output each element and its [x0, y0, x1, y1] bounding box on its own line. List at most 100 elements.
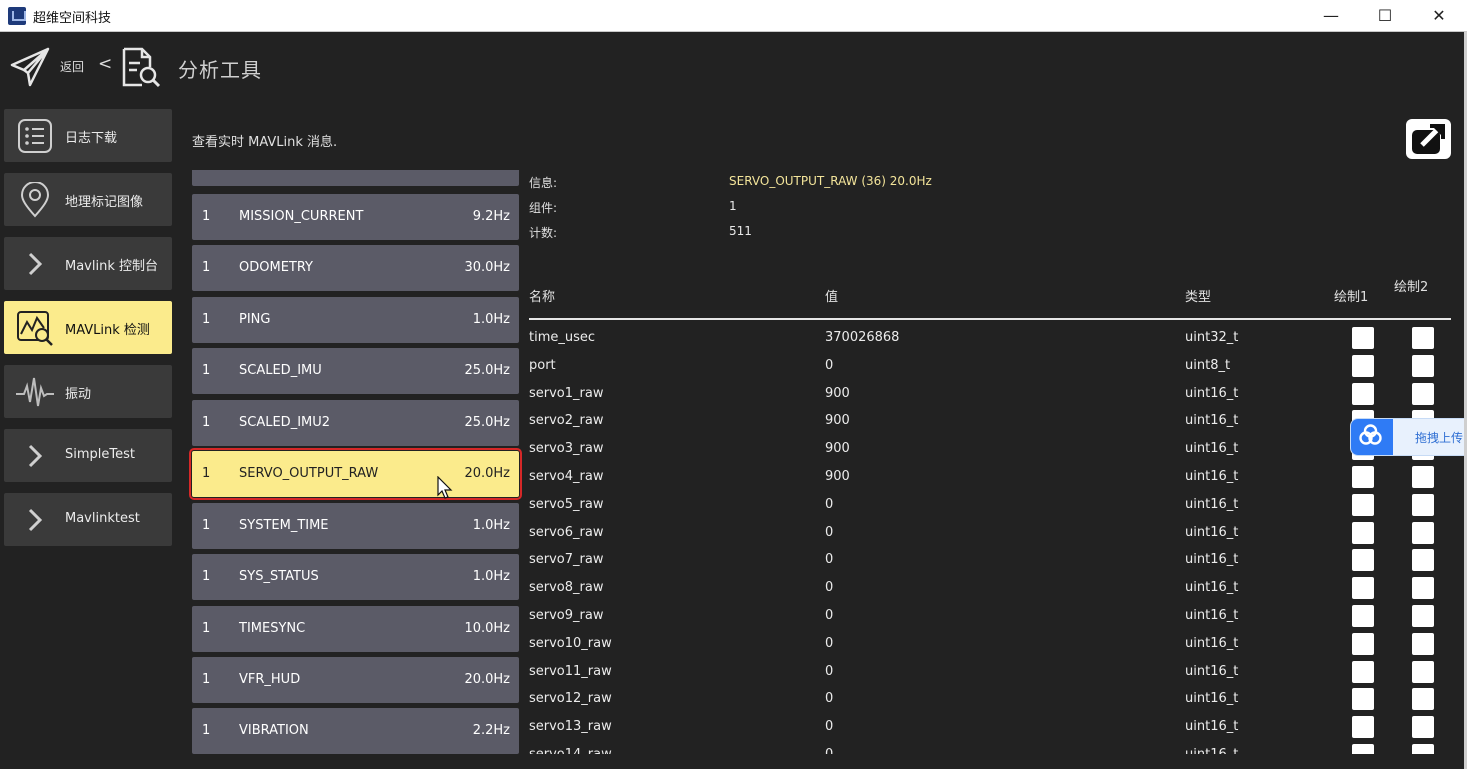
- plot1-checkbox[interactable]: [1352, 466, 1374, 488]
- field-name: time_usec: [529, 330, 596, 345]
- field-name: servo12_raw: [529, 691, 612, 707]
- message-row[interactable]: 1 SYSTEM_TIME 1.0Hz: [192, 503, 519, 549]
- message-row[interactable]: 1 VIBRATION 2.2Hz: [192, 708, 519, 754]
- field-value: 0: [825, 635, 834, 651]
- table-row: port 0 uint8_t: [520, 352, 1460, 380]
- plot2-checkbox[interactable]: [1412, 493, 1434, 516]
- window-title: 超维空间科技: [33, 11, 112, 26]
- sidebar-item-geotag[interactable]: 地理标记图像: [4, 173, 172, 226]
- plot2-checkbox[interactable]: [1412, 382, 1434, 405]
- table-row: servo8_raw 0 uint16_t: [520, 574, 1460, 602]
- close-button[interactable]: ✕: [1412, 0, 1466, 32]
- plot1-checkbox[interactable]: [1352, 493, 1374, 516]
- chevron-left-icon[interactable]: <: [98, 54, 112, 74]
- field-name: servo6_raw: [529, 524, 604, 540]
- plot2-checkbox[interactable]: [1412, 521, 1434, 544]
- message-row[interactable]: 1 SCALED_IMU 25.0Hz: [192, 348, 519, 394]
- upload-widget[interactable]: 拖拽上传: [1350, 418, 1467, 456]
- message-row[interactable]: 1 ODOMETRY 30.0Hz: [192, 245, 519, 291]
- message-row[interactable]: 1 SCALED_IMU2 25.0Hz: [192, 400, 519, 446]
- plot2-checkbox[interactable]: [1412, 744, 1434, 754]
- maximize-button[interactable]: ☐: [1358, 0, 1412, 32]
- plot2-checkbox[interactable]: [1412, 605, 1434, 627]
- field-type: uint16_t: [1185, 691, 1239, 707]
- table-row: servo6_raw 0 uint16_t: [520, 519, 1460, 547]
- plot1-checkbox[interactable]: [1352, 577, 1374, 600]
- plot2-checkbox[interactable]: [1412, 327, 1434, 349]
- field-value: 0: [825, 719, 834, 735]
- plot2-checkbox[interactable]: [1412, 354, 1434, 377]
- field-name: servo10_raw: [529, 635, 612, 651]
- plot2-checkbox[interactable]: [1412, 716, 1434, 739]
- message-rate: 10.0Hz: [464, 621, 510, 636]
- sidebar-item-mavlinktest[interactable]: Mavlinktest: [4, 493, 172, 546]
- plot1-checkbox[interactable]: [1352, 605, 1374, 627]
- sidebar-item-log-download[interactable]: 日志下载: [4, 109, 172, 162]
- chevron-right-icon: [28, 444, 43, 468]
- sidebar-item-mavlink-inspector[interactable]: MAVLink 检测: [4, 301, 172, 354]
- table-row: servo7_raw 0 uint16_t: [520, 546, 1460, 574]
- info-count-value: 511: [729, 224, 752, 238]
- message-component: 1: [202, 621, 211, 636]
- message-component: 1: [202, 569, 211, 584]
- plot1-checkbox[interactable]: [1352, 744, 1374, 754]
- message-row[interactable]: [192, 170, 519, 186]
- chevron-right-icon: [28, 252, 43, 276]
- message-name: SYS_STATUS: [239, 569, 319, 584]
- column-header-plot2: 绘制2: [1394, 280, 1429, 295]
- column-header-plot1: 绘制1: [1334, 290, 1369, 305]
- message-name: ODOMETRY: [239, 260, 313, 275]
- sidebar-item-label: 日志下载: [65, 131, 118, 146]
- field-type: uint16_t: [1185, 413, 1239, 429]
- sidebar-item-label: Mavlink 控制台: [65, 259, 158, 274]
- plot2-checkbox[interactable]: [1412, 632, 1434, 655]
- plot1-checkbox[interactable]: [1352, 327, 1374, 349]
- plot2-checkbox[interactable]: [1412, 549, 1434, 572]
- message-name: VFR_HUD: [239, 672, 301, 687]
- message-row[interactable]: 1 TIMESYNC 10.0Hz: [192, 606, 519, 652]
- waveform-icon: [16, 377, 54, 407]
- back-button[interactable]: 返回: [60, 58, 84, 75]
- message-name: SERVO_OUTPUT_RAW: [239, 466, 379, 481]
- field-value: 370026868: [825, 330, 900, 345]
- plot2-checkbox[interactable]: [1412, 660, 1434, 683]
- message-row-selected[interactable]: 1 SERVO_OUTPUT_RAW 20.0Hz: [189, 448, 522, 500]
- message-row[interactable]: 1 VFR_HUD 20.0Hz: [192, 657, 519, 703]
- chevron-right-icon: [28, 508, 43, 532]
- sidebar-item-simpletest[interactable]: SimpleTest: [4, 429, 172, 482]
- paper-plane-icon[interactable]: [8, 45, 52, 89]
- plot1-checkbox[interactable]: [1352, 382, 1374, 405]
- table-row: servo11_raw 0 uint16_t: [520, 658, 1460, 686]
- field-value: 0: [825, 496, 834, 512]
- field-name: servo9_raw: [529, 608, 604, 623]
- message-row[interactable]: 1 MISSION_CURRENT 9.2Hz: [192, 194, 519, 240]
- plot1-checkbox[interactable]: [1352, 354, 1374, 377]
- message-row[interactable]: 1 PING 1.0Hz: [192, 297, 519, 343]
- plot1-checkbox[interactable]: [1352, 716, 1374, 739]
- plot2-checkbox[interactable]: [1412, 466, 1434, 488]
- field-name: servo1_raw: [529, 385, 604, 401]
- message-list[interactable]: 1 MISSION_CURRENT 9.2Hz 1 ODOMETRY 30.0H…: [188, 170, 524, 754]
- field-value: 900: [825, 413, 850, 429]
- field-value: 0: [825, 524, 834, 540]
- plot1-checkbox[interactable]: [1352, 688, 1374, 711]
- message-row[interactable]: 1 SYS_STATUS 1.0Hz: [192, 554, 519, 600]
- sidebar-item-vibration[interactable]: 振动: [4, 365, 172, 418]
- field-value: 900: [825, 441, 850, 457]
- field-type: uint16_t: [1185, 524, 1239, 540]
- field-type: uint16_t: [1185, 719, 1239, 735]
- field-value: 0: [825, 691, 834, 707]
- message-component: 1: [202, 260, 211, 275]
- sidebar-item-mavlink-console[interactable]: Mavlink 控制台: [4, 237, 172, 290]
- popout-button[interactable]: [1406, 119, 1451, 159]
- field-value: 0: [825, 663, 834, 679]
- plot1-checkbox[interactable]: [1352, 521, 1374, 544]
- plot1-checkbox[interactable]: [1352, 660, 1374, 683]
- field-name: servo13_raw: [529, 719, 612, 735]
- plot2-checkbox[interactable]: [1412, 688, 1434, 711]
- message-rate: 20.0Hz: [464, 672, 510, 687]
- minimize-button[interactable]: —: [1304, 0, 1358, 32]
- plot1-checkbox[interactable]: [1352, 549, 1374, 572]
- plot2-checkbox[interactable]: [1412, 577, 1434, 600]
- plot1-checkbox[interactable]: [1352, 632, 1374, 655]
